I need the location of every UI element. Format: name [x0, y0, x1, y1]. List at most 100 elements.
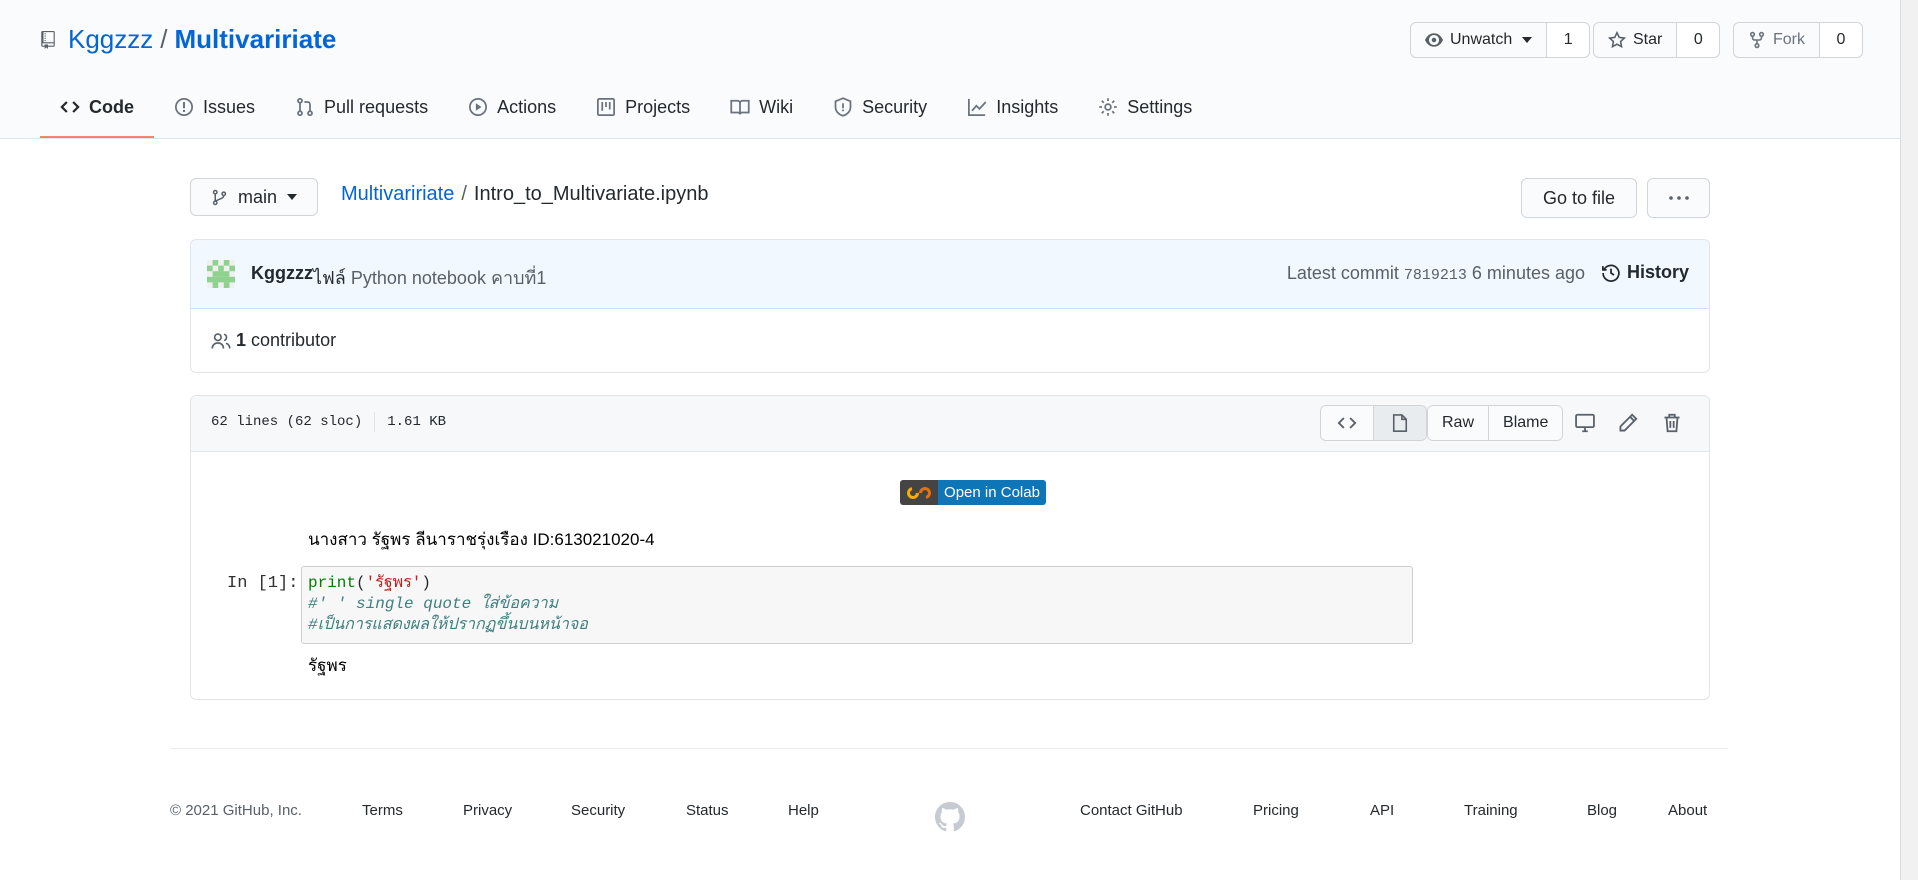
tab-code[interactable]: Code — [40, 94, 154, 138]
footer-divider — [170, 748, 1728, 749]
commit-header: Kggzzz ไฟล์ Python notebook คาบที่1 Late… — [191, 240, 1709, 309]
tab-projects-label: Projects — [625, 97, 691, 117]
divider — [374, 412, 376, 432]
footer-link-api[interactable]: API — [1370, 802, 1394, 819]
cell-output: รัฐพร — [308, 656, 347, 675]
raw-button[interactable]: Raw — [1428, 406, 1489, 440]
fork-button[interactable]: Fork — [1734, 23, 1820, 57]
commit-message[interactable]: ไฟล์ Python notebook คาบที่1 — [313, 263, 546, 292]
tab-security-label: Security — [862, 97, 928, 117]
colab-icon — [900, 480, 938, 505]
star-label: Star — [1633, 31, 1663, 48]
graph-icon — [968, 98, 987, 116]
repo-owner-link[interactable]: Kggzzz — [68, 24, 153, 55]
footer-link-training[interactable]: Training — [1464, 802, 1518, 819]
trash-icon[interactable] — [1661, 412, 1683, 434]
repo-tabs: Code Issues Pull requests Actions Projec… — [40, 94, 1212, 138]
display-rendered-button[interactable] — [1373, 406, 1426, 440]
code-icon — [60, 101, 80, 113]
footer-link-status[interactable]: Status — [686, 802, 729, 819]
repo-icon — [41, 30, 55, 49]
history-link[interactable]: History — [1601, 262, 1689, 283]
footer-link-terms[interactable]: Terms — [362, 802, 403, 819]
star-button[interactable]: Star — [1594, 23, 1678, 57]
tab-insights-label: Insights — [996, 97, 1059, 117]
commit-author-link[interactable]: Kggzzz — [251, 263, 313, 284]
repo-title: Kggzzz / Multivaririate — [40, 24, 336, 55]
view-toggle — [1320, 405, 1427, 441]
fork-group: Fork 0 — [1733, 22, 1863, 58]
project-icon — [597, 98, 616, 116]
footer-link-help[interactable]: Help — [788, 802, 819, 819]
desktop-icon[interactable] — [1574, 412, 1596, 434]
github-mark-icon[interactable] — [935, 802, 965, 832]
repo-separator: / — [160, 24, 168, 54]
tab-security[interactable]: Security — [813, 94, 947, 138]
repo-name-link[interactable]: Multivaririate — [175, 24, 337, 55]
footer-link-contact[interactable]: Contact GitHub — [1080, 802, 1183, 819]
commit-meta: Latest commit 7819213 6 minutes ago — [1287, 263, 1585, 284]
footer-copyright: © 2021 GitHub, Inc. — [170, 802, 302, 819]
scrollbar[interactable] — [1900, 0, 1918, 880]
tab-issues[interactable]: Issues — [154, 94, 275, 138]
code-comment-1: #' ' single quote ใส่ข้อความ — [308, 595, 559, 613]
shield-icon — [834, 97, 852, 117]
unwatch-button[interactable]: Unwatch — [1411, 23, 1548, 57]
chevron-down-icon — [1522, 37, 1533, 43]
code-paren-open: ( — [356, 574, 366, 592]
breadcrumb: Multivaririate / Intro_to_Multivariate.i… — [341, 183, 709, 206]
more-options-button[interactable] — [1647, 178, 1710, 218]
history-label: History — [1626, 262, 1689, 282]
fork-icon — [1749, 31, 1765, 49]
tab-insights[interactable]: Insights — [947, 94, 1078, 138]
people-icon — [211, 332, 231, 349]
breadcrumb-separator: / — [461, 183, 467, 205]
commit-box: Kggzzz ไฟล์ Python notebook คาบที่1 Late… — [190, 239, 1710, 373]
display-source-button[interactable] — [1321, 406, 1373, 440]
tab-settings[interactable]: Settings — [1078, 94, 1212, 138]
open-in-colab-badge[interactable]: Open in Colab — [900, 480, 1046, 505]
star-group: Star 0 — [1593, 22, 1721, 58]
star-count[interactable]: 0 — [1677, 23, 1720, 57]
tab-code-label: Code — [89, 97, 134, 117]
repo-header: Kggzzz / Multivaririate Unwatch 1 Star 0 — [0, 0, 1900, 139]
commit-message-text: Python notebook คาบที่1 — [350, 268, 547, 288]
branch-select-button[interactable]: main — [190, 178, 318, 216]
commit-message-prefix: ไฟล์ — [313, 268, 346, 288]
footer-link-pricing[interactable]: Pricing — [1253, 802, 1299, 819]
kebab-horizontal-icon — [1668, 196, 1689, 200]
chevron-down-icon — [287, 194, 298, 200]
tab-projects[interactable]: Projects — [576, 94, 710, 138]
breadcrumb-repo-link[interactable]: Multivaririate — [341, 183, 454, 206]
code-icon — [1337, 417, 1357, 429]
history-icon — [1601, 263, 1620, 282]
tab-wiki[interactable]: Wiki — [710, 94, 813, 138]
tab-actions[interactable]: Actions — [448, 94, 576, 138]
raw-blame-group: Raw Blame — [1427, 405, 1564, 441]
pencil-icon[interactable] — [1617, 412, 1639, 434]
footer-link-about[interactable]: About — [1668, 802, 1707, 819]
fork-count[interactable]: 0 — [1820, 23, 1862, 57]
code-line: print('รัฐพร') — [308, 573, 1406, 594]
footer-link-blog[interactable]: Blog — [1587, 802, 1617, 819]
tab-pull-requests[interactable]: Pull requests — [275, 94, 448, 138]
commit-sha-link[interactable]: 7819213 — [1404, 267, 1467, 284]
pull-request-icon — [297, 97, 313, 117]
code-comment-2: #เป็นการแสดงผลให้ปรากฏขึ้นบนหน้าจอ — [308, 616, 588, 634]
blame-button[interactable]: Blame — [1488, 406, 1563, 440]
avatar[interactable] — [207, 260, 235, 288]
footer-link-privacy[interactable]: Privacy — [463, 802, 512, 819]
latest-commit-label: Latest commit — [1286, 263, 1399, 283]
markdown-cell: นางสาว รัฐพร ลีนาราชรุ่งเรือง ID:6130210… — [308, 530, 655, 549]
contributors-count: 1 — [236, 330, 247, 350]
footer-link-security[interactable]: Security — [571, 802, 625, 819]
fork-label: Fork — [1773, 31, 1805, 48]
code-string: 'รัฐพร' — [365, 574, 422, 592]
tab-actions-label: Actions — [497, 97, 557, 117]
commit-time: 6 minutes ago — [1471, 263, 1585, 283]
go-to-file-button[interactable]: Go to file — [1521, 178, 1637, 218]
contributors[interactable]: 1 contributor — [211, 330, 336, 351]
watch-count[interactable]: 1 — [1547, 23, 1590, 57]
tab-wiki-label: Wiki — [759, 97, 794, 117]
eye-icon — [1425, 33, 1443, 47]
